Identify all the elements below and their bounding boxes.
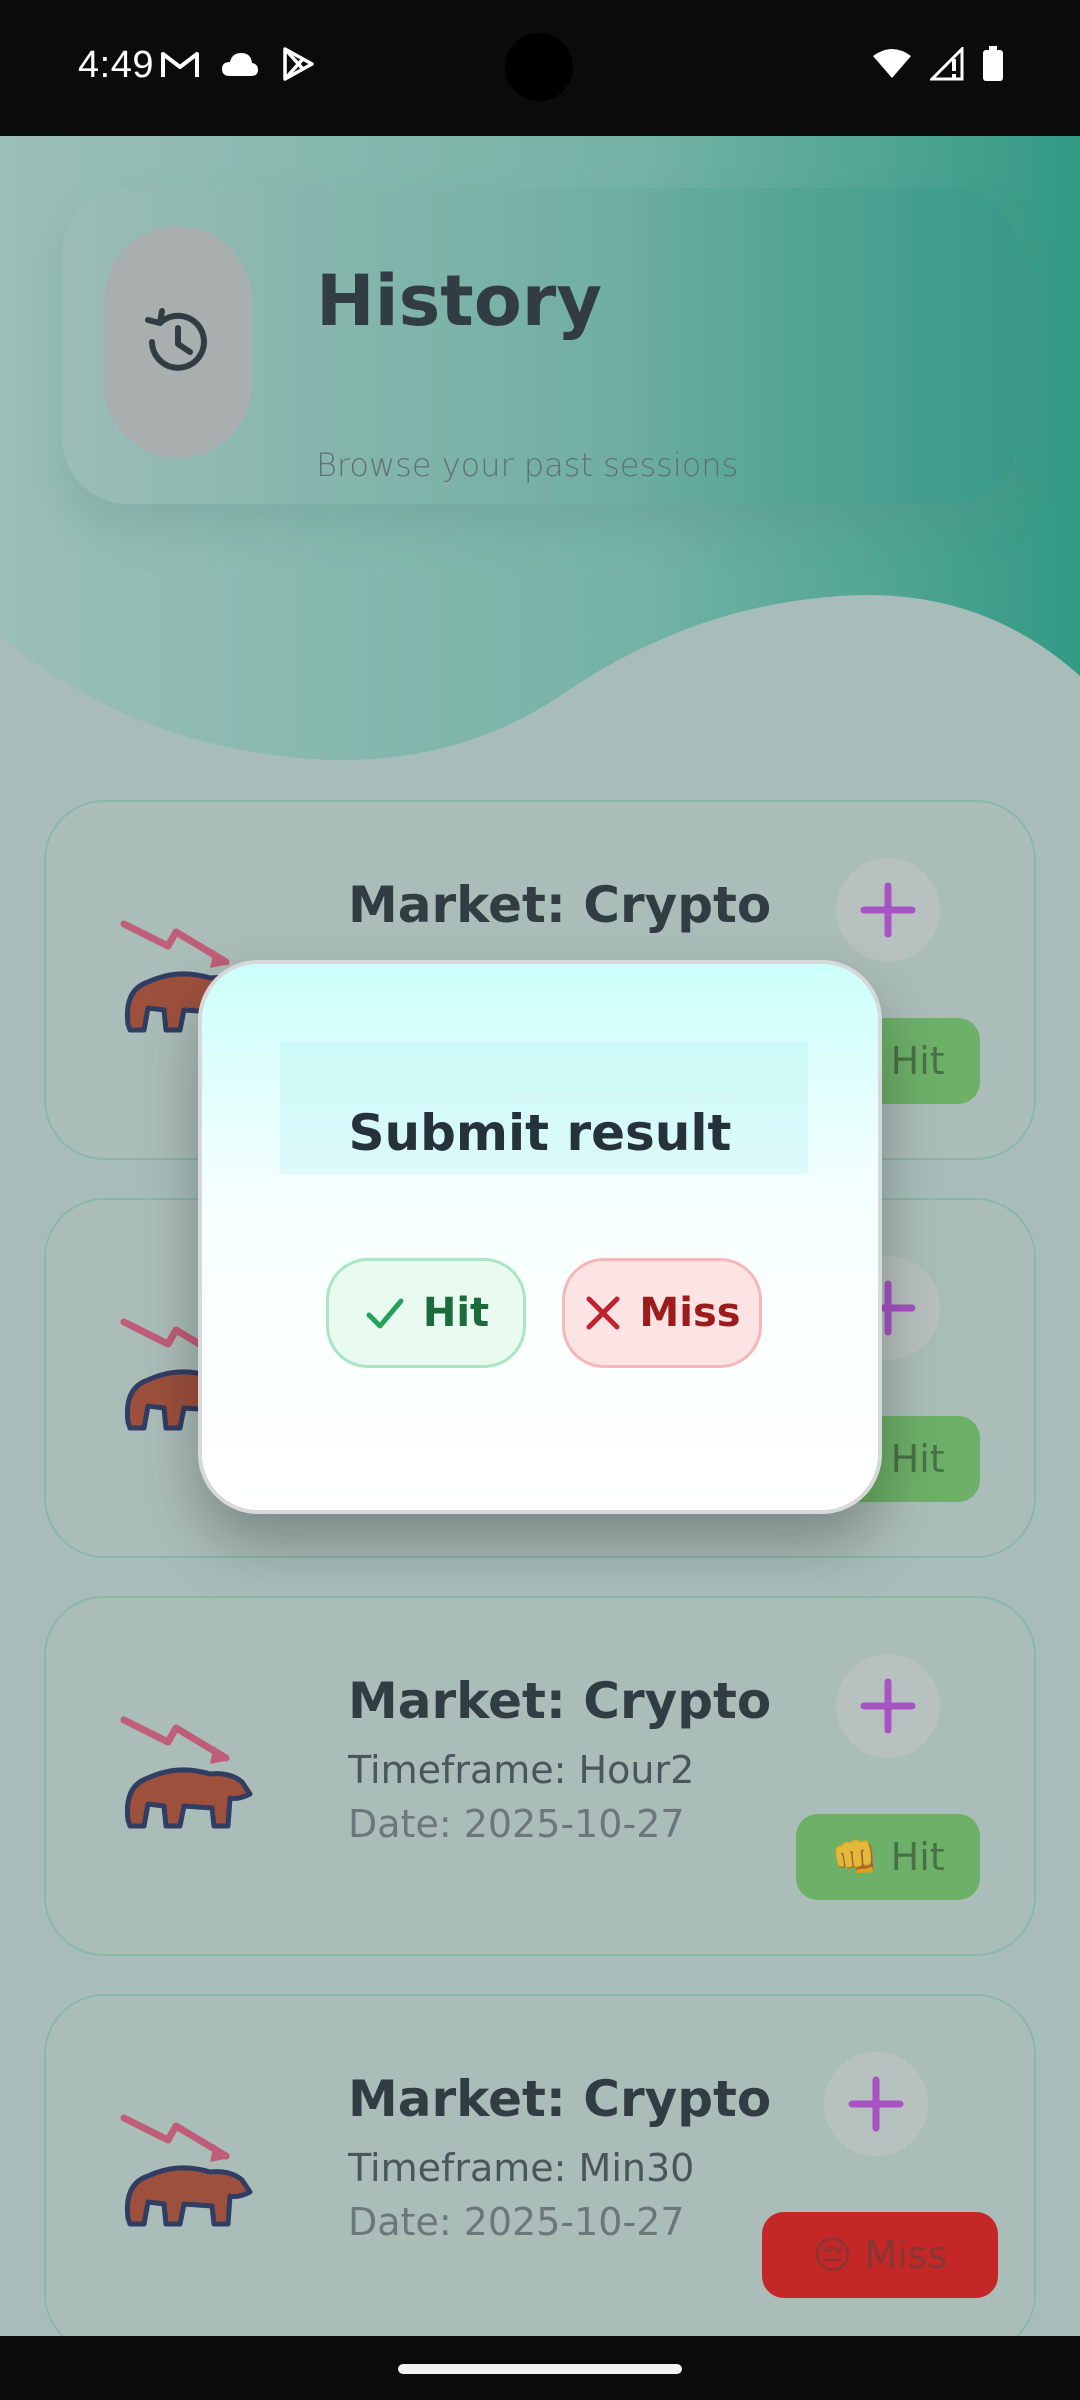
close-icon (586, 1296, 620, 1330)
status-time: 4:49 (78, 44, 154, 86)
notification-icons (160, 46, 316, 82)
play-store-icon (283, 47, 314, 81)
wifi-icon (873, 49, 911, 78)
hit-button[interactable]: Hit (326, 1258, 526, 1368)
system-icons (872, 46, 1004, 82)
miss-button-label: Miss (639, 1290, 741, 1336)
battery-icon (983, 46, 1003, 81)
check-icon (366, 1298, 404, 1329)
camera-cutout (505, 33, 573, 101)
signal-icon (930, 47, 964, 81)
home-gesture-handle[interactable] (398, 2364, 682, 2374)
submit-result-dialog: Submit result Hit Miss (198, 960, 882, 1514)
hit-button-label: Hit (422, 1290, 490, 1336)
navigation-bar (0, 2336, 1080, 2400)
status-bar: 4:49 (0, 0, 1080, 136)
gmail-icon (161, 52, 199, 77)
cloud-icon (222, 53, 258, 76)
dialog-title: Submit result (348, 1104, 732, 1162)
miss-button[interactable]: Miss (562, 1258, 762, 1368)
